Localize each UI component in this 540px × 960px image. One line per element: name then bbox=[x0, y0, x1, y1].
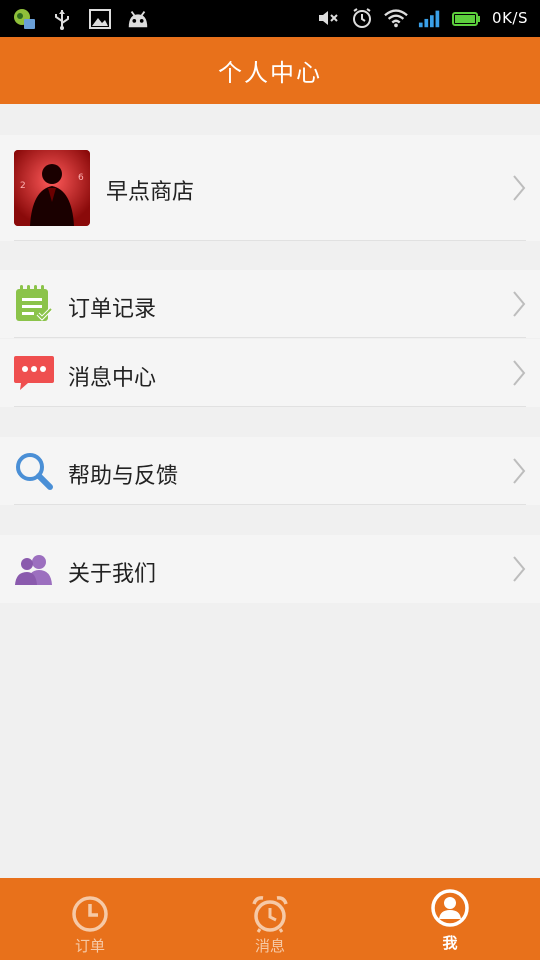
alarm-icon bbox=[350, 6, 374, 30]
chevron-right-icon bbox=[513, 360, 526, 386]
divider bbox=[14, 337, 526, 338]
bottom-nav: 订单 消息 我 bbox=[0, 878, 540, 960]
user-icon bbox=[431, 889, 469, 927]
chevron-right-icon bbox=[513, 556, 526, 582]
svg-text:6: 6 bbox=[78, 173, 84, 183]
menu-item-help-feedback[interactable]: 帮助与反馈 bbox=[0, 437, 540, 505]
android-icon bbox=[126, 7, 150, 31]
mute-icon bbox=[316, 6, 340, 30]
chevron-right-icon bbox=[513, 458, 526, 484]
signal-icon bbox=[418, 6, 442, 30]
image-icon bbox=[88, 7, 112, 31]
tab-label: 消息 bbox=[254, 937, 285, 955]
clock-icon bbox=[72, 896, 108, 932]
avatar[interactable]: 2 6 bbox=[14, 150, 90, 226]
chevron-right-icon bbox=[513, 291, 526, 317]
menu-item-about-us[interactable]: 关于我们 bbox=[0, 535, 540, 603]
message-center-label: 消息中心 bbox=[68, 366, 157, 391]
tab-label: 订单 bbox=[74, 937, 105, 955]
search-icon bbox=[16, 453, 53, 490]
tab-orders[interactable]: 订单 bbox=[0, 878, 180, 960]
battery-icon bbox=[452, 6, 482, 30]
app-notification-icon bbox=[12, 7, 36, 31]
about-us-label: 关于我们 bbox=[68, 562, 157, 587]
message-icon bbox=[14, 356, 54, 390]
net-speed: 0K/S bbox=[492, 9, 528, 27]
divider bbox=[14, 406, 526, 407]
divider bbox=[14, 240, 526, 241]
app-header: 个人中心 bbox=[0, 37, 540, 104]
notepad-icon bbox=[16, 285, 53, 321]
status-left bbox=[12, 7, 150, 31]
alarm-clock-icon bbox=[252, 896, 288, 933]
chevron-right-icon bbox=[513, 175, 526, 201]
status-right: 0K/S bbox=[316, 6, 528, 30]
order-records-label: 订单记录 bbox=[68, 297, 157, 322]
users-icon bbox=[15, 555, 52, 585]
page-title: 个人中心 bbox=[218, 59, 322, 87]
status-bar: 0K/S bbox=[0, 0, 540, 37]
help-feedback-label: 帮助与反馈 bbox=[68, 464, 179, 489]
tab-messages[interactable]: 消息 bbox=[180, 878, 360, 960]
profile-name: 早点商店 bbox=[106, 180, 195, 205]
tab-me[interactable]: 我 bbox=[360, 878, 540, 960]
usb-icon bbox=[50, 7, 74, 31]
wifi-icon bbox=[384, 6, 408, 30]
menu-item-order-records[interactable]: 订单记录 bbox=[0, 270, 540, 338]
tab-label: 我 bbox=[442, 934, 458, 952]
menu-item-message-center[interactable]: 消息中心 bbox=[0, 339, 540, 407]
profile-row[interactable]: 2 6 早点商店 bbox=[0, 135, 540, 241]
svg-text:2: 2 bbox=[20, 181, 26, 191]
divider bbox=[14, 504, 526, 505]
